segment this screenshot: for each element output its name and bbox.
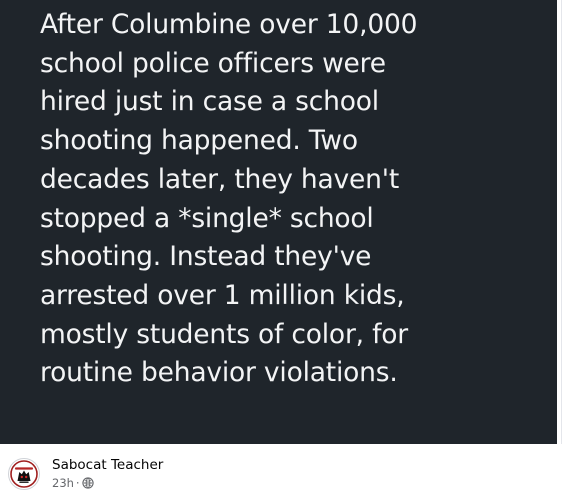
post-image-text-line: shooting. Instead they've [40,241,372,273]
meta-separator: · [75,476,80,490]
post-image-text-line: school police officers were [40,47,386,79]
post-right-divider [561,0,562,444]
sabocat-logo-icon [10,460,38,488]
globe-icon [81,477,94,489]
post-image-text-line: After Columbine over 10,000 [40,9,418,40]
post-image-text-line: stopped a *single* school [40,202,374,234]
author-name-link[interactable]: Sabocat Teacher [52,457,163,474]
post-image-text-line: routine behavior violations. [40,357,398,389]
post-footer: Sabocat Teacher 23h · [0,444,566,495]
post-image-text: After Columbine over 10,000 school polic… [40,6,545,393]
post-image-text-line: hired just in case a school [40,86,379,118]
post-image-text-line: shooting happened. Two [40,125,358,157]
post-image-text-line: arrested over 1 million kids, [40,279,405,311]
facebook-post-screenshot: After Columbine over 10,000 school polic… [0,0,566,495]
author-avatar[interactable] [8,458,40,490]
post-meta: 23h · [52,476,94,490]
post-timestamp[interactable]: 23h [52,476,74,490]
post-image-text-line: decades later, they haven't [40,163,400,195]
post-image-text-line: mostly students of color, for [40,318,408,350]
post-image[interactable]: After Columbine over 10,000 school polic… [0,0,557,444]
